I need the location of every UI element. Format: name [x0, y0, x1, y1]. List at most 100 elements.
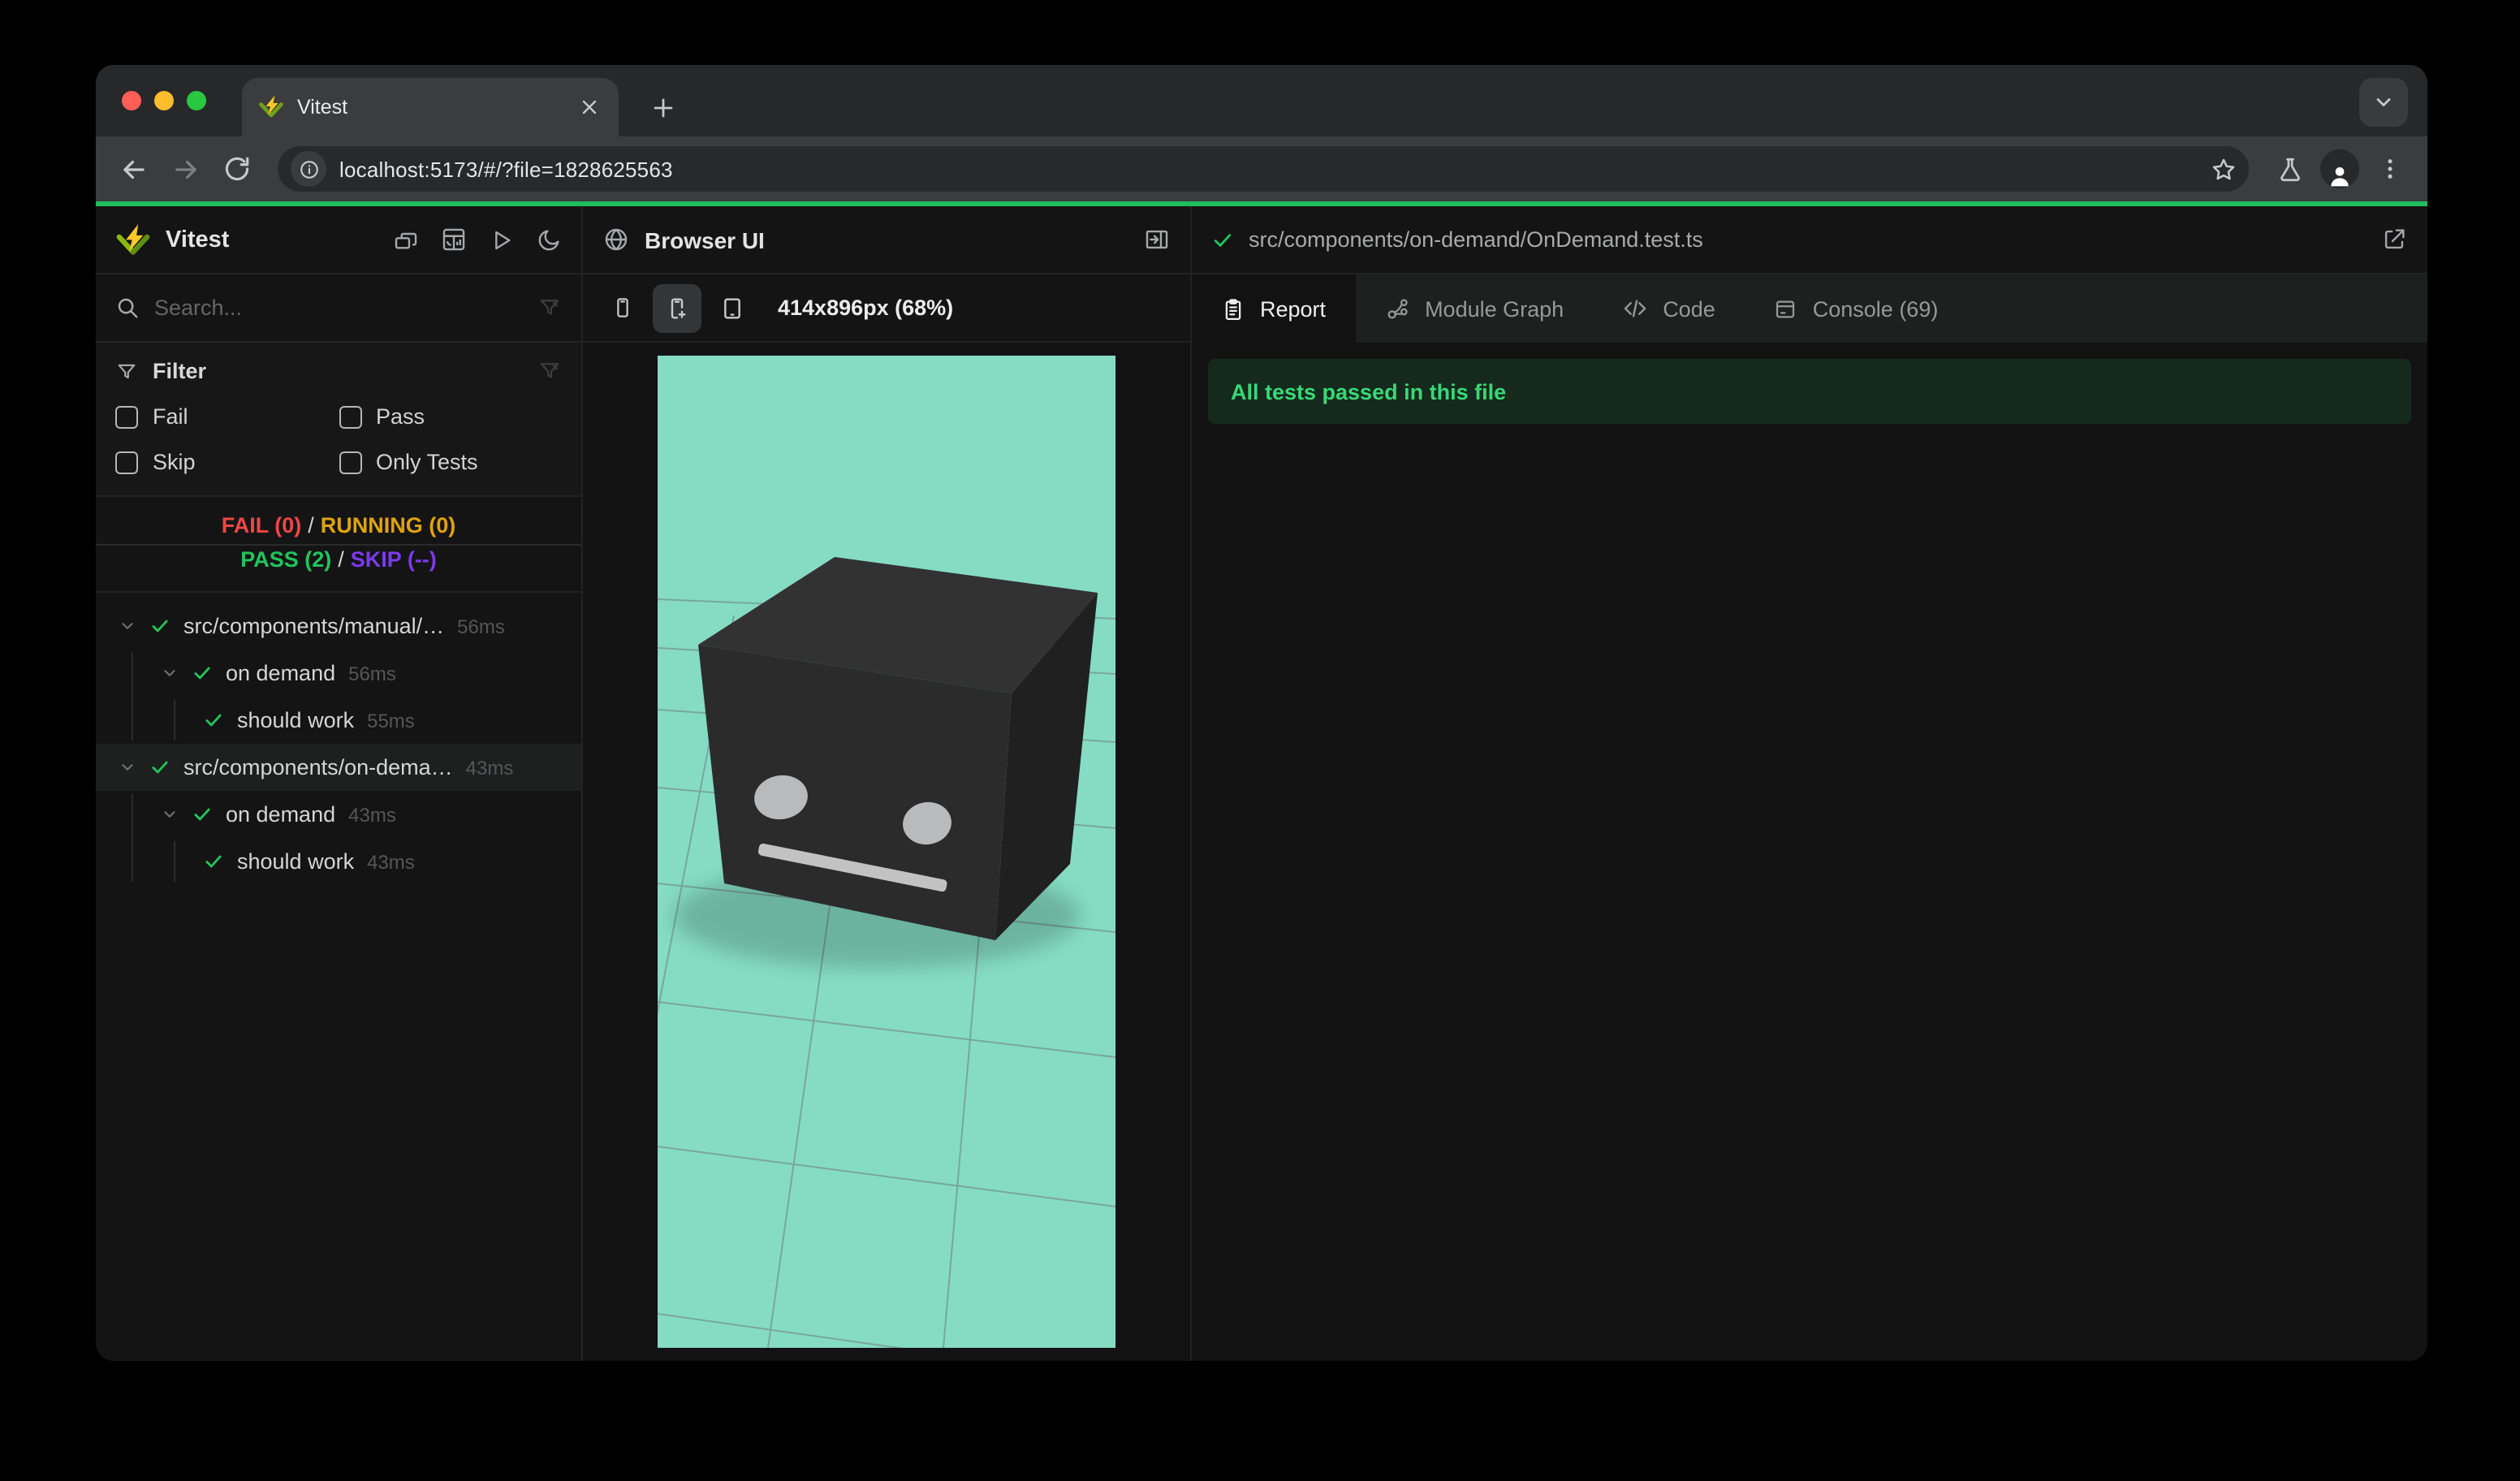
browser-menu-kebab-icon[interactable] [2369, 148, 2411, 190]
code-icon [1622, 296, 1648, 322]
all-tests-passed-banner: All tests passed in this file [1208, 359, 2411, 424]
sidebar: Vitest Search... Filter Fail Pass Skip O… [96, 206, 583, 1361]
tab-code[interactable]: Code [1593, 274, 1745, 343]
test-label: should work [237, 708, 355, 732]
browser-tab-vitest[interactable]: Vitest [242, 78, 619, 136]
test-file-row-selected[interactable]: src/components/on-dema… 43ms [96, 744, 581, 791]
filter-checkbox-only-tests[interactable]: Only Tests [339, 450, 562, 474]
app-title: Vitest [166, 227, 230, 253]
search-input[interactable] [154, 296, 523, 320]
module-graph-icon [1384, 296, 1410, 322]
bookmark-star-icon[interactable] [2207, 153, 2239, 185]
filter-funnel-icon [115, 360, 138, 382]
filter-checkbox-skip[interactable]: Skip [115, 450, 339, 474]
threejs-scene [658, 356, 1115, 1348]
preview-area [583, 343, 1190, 1361]
test-duration: 43ms [367, 850, 415, 873]
close-window-button[interactable] [122, 91, 141, 110]
clear-filter-icon[interactable] [537, 359, 562, 383]
pass-check-icon [203, 710, 224, 731]
file-pass-check-icon [1211, 228, 1234, 251]
chevron-down-icon[interactable] [161, 664, 179, 682]
back-icon[interactable] [112, 148, 154, 190]
checkbox-icon[interactable] [115, 451, 138, 473]
test-tree: src/components/manual/… 56ms on demand 5… [96, 593, 581, 1361]
file-path: src/components/on-demand/OnDemand.test.t… [1249, 227, 1703, 252]
device-tablet-button[interactable] [708, 283, 757, 332]
test-summary: FAIL (0) / RUNNING (0) PASS (2) / SKIP (--) [96, 497, 581, 593]
device-toolbar: 414x896px (68%) [583, 274, 1190, 343]
url-bar[interactable]: localhost:5173/#/?file=1828625563 [278, 146, 2249, 192]
chevron-down-icon[interactable] [161, 805, 179, 823]
detail-tabs: Report Module Graph Code Console (69) [1192, 274, 2427, 343]
test-duration: 43ms [465, 756, 514, 779]
site-info-icon[interactable] [291, 151, 326, 187]
browser-toolbar: localhost:5173/#/?file=1828625563 [96, 136, 2427, 201]
url-text[interactable]: localhost:5173/#/?file=1828625563 [339, 157, 2194, 181]
checkbox-icon[interactable] [339, 451, 361, 473]
filter-checkbox-pass[interactable]: Pass [339, 404, 562, 429]
test-file-row[interactable]: src/components/manual/… 56ms [96, 602, 581, 650]
pass-check-icon [149, 757, 170, 778]
clear-search-filter-icon[interactable] [537, 296, 562, 320]
tab-strip: Vitest [96, 65, 2427, 136]
pass-check-icon [192, 804, 213, 825]
tab-module-graph[interactable]: Module Graph [1355, 274, 1593, 343]
detail-header: src/components/on-demand/OnDemand.test.t… [1192, 206, 2427, 274]
test-suite-row[interactable]: on demand 56ms [96, 650, 581, 697]
run-all-icon[interactable] [489, 226, 515, 253]
device-phone-button[interactable] [598, 283, 646, 332]
dark-mode-moon-icon[interactable] [536, 226, 562, 253]
tested-page-viewport[interactable] [658, 356, 1115, 1348]
chevron-down-icon[interactable] [119, 617, 136, 635]
report-content: All tests passed in this file [1192, 343, 2427, 1361]
indent-guide [132, 653, 133, 740]
chevron-down-icon[interactable] [119, 758, 136, 776]
detail-panel: src/components/on-demand/OnDemand.test.t… [1192, 206, 2427, 1361]
test-case-row[interactable]: should work 55ms [96, 697, 581, 744]
filter-checkbox-fail[interactable]: Fail [115, 404, 339, 429]
minimize-window-button[interactable] [154, 91, 174, 110]
running-count: RUNNING (0) [320, 513, 456, 538]
search-row [96, 274, 581, 343]
search-icon [115, 296, 140, 320]
test-label: on demand [226, 802, 336, 827]
vitest-logo-icon [115, 222, 151, 257]
pass-check-icon [149, 615, 170, 637]
external-link-icon[interactable] [2380, 226, 2408, 253]
pass-count: PASS (2) [240, 547, 332, 572]
indent-guide [174, 700, 175, 740]
sidebar-header: Vitest [96, 206, 581, 274]
device-phone-plus-button[interactable] [653, 283, 701, 332]
fail-count: FAIL (0) [221, 513, 302, 538]
tab-label: Console (69) [1812, 296, 1939, 321]
checkbox-label: Skip [153, 450, 196, 474]
profile-avatar[interactable] [2320, 149, 2359, 188]
zoom-window-button[interactable] [187, 91, 206, 110]
close-tab-icon[interactable] [576, 94, 602, 120]
screen: Vitest localhost:5173/#/?file=1828625563… [0, 0, 2520, 1481]
test-suite-row[interactable]: on demand 43ms [96, 791, 581, 838]
viewport-size-label: 414x896px (68%) [778, 296, 954, 320]
test-case-row[interactable]: should work 43ms [96, 838, 581, 885]
test-label: src/components/manual/… [183, 614, 445, 638]
tab-report[interactable]: Report [1192, 274, 1356, 343]
dock-panel-right-icon[interactable] [1143, 226, 1171, 253]
experiments-flask-icon[interactable] [2268, 148, 2311, 190]
tab-console[interactable]: Console (69) [1745, 274, 1968, 343]
test-label: src/components/on-dema… [183, 755, 453, 779]
tab-label: Module Graph [1425, 296, 1564, 321]
checkbox-icon[interactable] [115, 405, 138, 428]
reload-icon[interactable] [216, 148, 258, 190]
console-icon [1774, 296, 1798, 321]
checkbox-label: Pass [376, 404, 425, 429]
window-controls [122, 91, 206, 110]
checkbox-label: Fail [153, 404, 188, 429]
forward-icon[interactable] [164, 148, 206, 190]
new-tab-button[interactable] [641, 86, 684, 128]
separator: / [308, 513, 314, 538]
cascade-windows-icon[interactable] [393, 226, 419, 253]
tab-search-chevron-button[interactable] [2359, 78, 2408, 127]
dashboard-icon[interactable] [440, 226, 468, 253]
checkbox-icon[interactable] [339, 405, 361, 428]
